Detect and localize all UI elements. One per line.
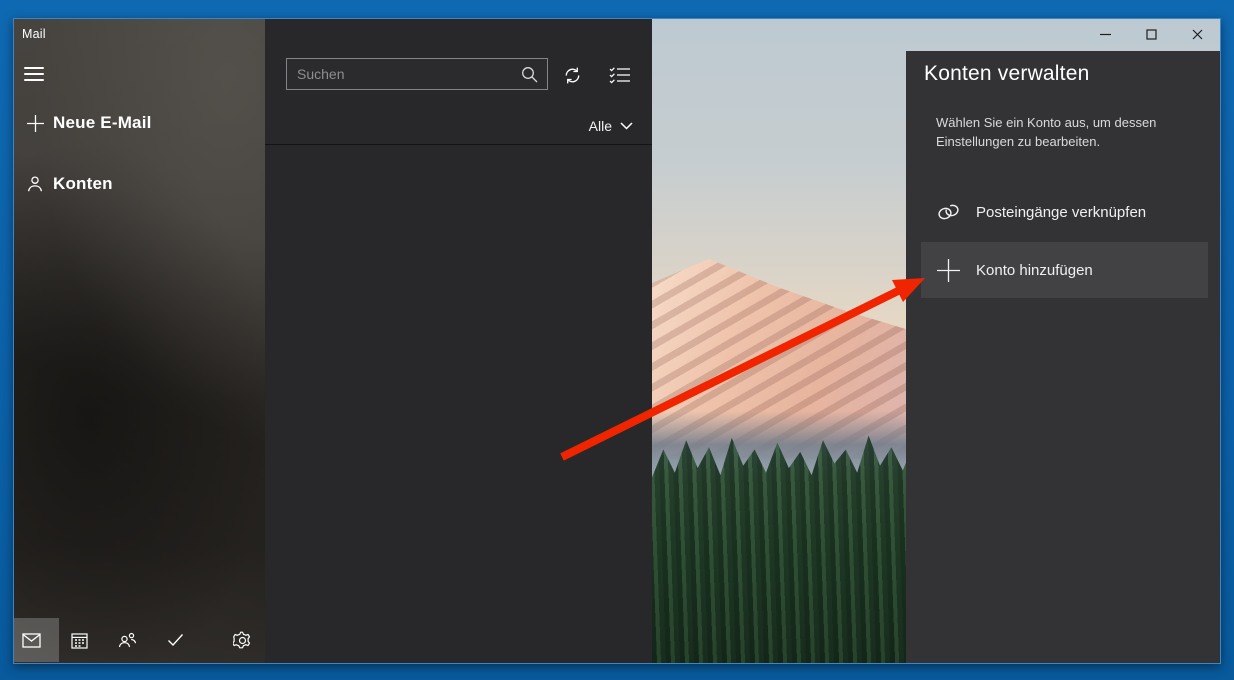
- filter-dropdown[interactable]: Alle: [589, 116, 633, 136]
- people-icon[interactable]: [115, 618, 139, 662]
- link-inboxes-button[interactable]: Posteingänge verknüpfen: [906, 187, 1221, 237]
- add-account-label: Konto hinzufügen: [976, 262, 1093, 279]
- sync-icon[interactable]: [559, 63, 585, 87]
- plus-icon: [934, 258, 962, 283]
- window-controls: [1082, 19, 1220, 49]
- accounts-button[interactable]: Konten: [14, 169, 265, 199]
- calendar-icon[interactable]: [67, 618, 91, 662]
- add-account-button[interactable]: Konto hinzufügen: [921, 242, 1208, 298]
- app-title: Mail: [22, 27, 46, 41]
- search-box: [286, 58, 548, 90]
- panel-description: Wählen Sie ein Konto aus, um dessen Eins…: [936, 113, 1188, 151]
- minimize-button[interactable]: [1082, 19, 1128, 49]
- divider: [265, 144, 652, 145]
- mail-app-window: Mail Neue E-Mail Konten: [13, 18, 1221, 664]
- chevron-down-icon: [620, 122, 633, 130]
- link-icon: [934, 203, 962, 221]
- todo-check-icon[interactable]: [163, 618, 187, 662]
- mail-icon[interactable]: [19, 618, 43, 662]
- desktop: { "titlebar": { "app_title": "Mail" }, "…: [0, 0, 1234, 680]
- selection-list-icon[interactable]: [607, 63, 633, 87]
- plus-icon: [25, 114, 45, 133]
- manage-accounts-panel: Konten verwalten Wählen Sie ein Konto au…: [906, 51, 1221, 663]
- link-inboxes-label: Posteingänge verknüpfen: [976, 204, 1146, 221]
- search-icon[interactable]: [521, 66, 538, 83]
- accounts-label: Konten: [53, 174, 113, 194]
- hamburger-icon[interactable]: [23, 65, 45, 83]
- new-mail-button[interactable]: Neue E-Mail: [14, 108, 265, 138]
- settings-gear-icon[interactable]: [230, 618, 254, 662]
- close-button[interactable]: [1174, 19, 1220, 49]
- new-mail-label: Neue E-Mail: [53, 113, 152, 133]
- person-icon: [25, 175, 45, 193]
- search-input[interactable]: [287, 66, 521, 82]
- filter-value: Alle: [589, 118, 612, 134]
- panel-title: Konten verwalten: [924, 62, 1089, 86]
- sidebar: Mail Neue E-Mail Konten: [14, 19, 265, 663]
- bottom-nav: [14, 618, 265, 662]
- maximize-button[interactable]: [1128, 19, 1174, 49]
- message-list-pane: Alle: [265, 19, 652, 663]
